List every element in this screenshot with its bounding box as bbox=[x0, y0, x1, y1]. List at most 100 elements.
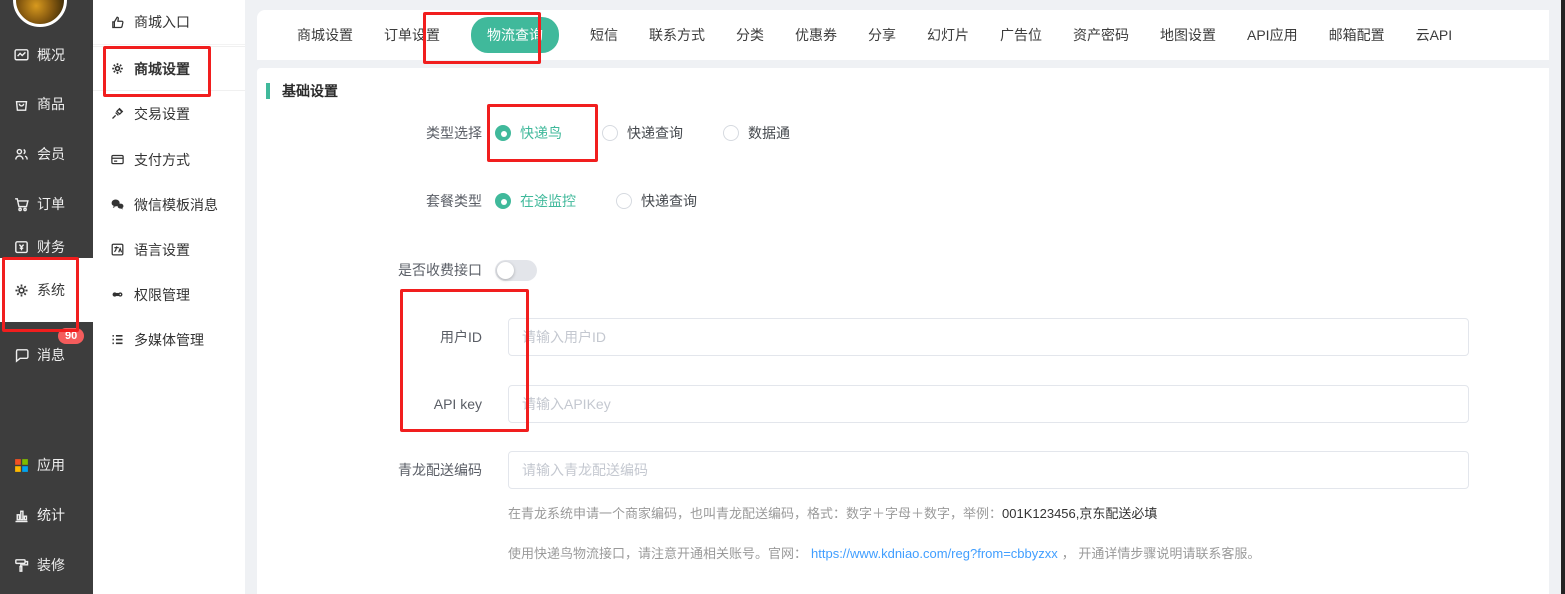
submenu-item-shop-settings[interactable]: 商城设置 bbox=[93, 46, 245, 91]
sidebar-item-orders[interactable]: 订单 bbox=[0, 189, 93, 219]
submenu-item-label: 微信模板消息 bbox=[134, 195, 218, 215]
stats-icon bbox=[13, 507, 30, 524]
sidebar-item-system[interactable]: 系统 bbox=[0, 258, 93, 322]
submenu-item-shop-entry[interactable]: 商城入口 bbox=[93, 0, 245, 45]
submenu-item-label: 交易设置 bbox=[134, 104, 190, 124]
tab-logistics-query[interactable]: 物流查询 bbox=[471, 17, 559, 53]
goods-icon bbox=[13, 96, 30, 113]
fee-toggle-label: 是否收费接口 bbox=[257, 260, 495, 280]
tab-coupon[interactable]: 优惠券 bbox=[795, 25, 837, 45]
sidebar-item-members[interactable]: 会员 bbox=[0, 139, 93, 169]
gear-icon bbox=[110, 61, 125, 76]
system-gear-icon bbox=[13, 282, 30, 299]
radio-in-transit-monitor[interactable]: 在途监控 bbox=[495, 191, 576, 211]
sidebar-item-label: 财务 bbox=[37, 237, 65, 257]
qinglong-code-input[interactable] bbox=[508, 451, 1469, 489]
sidebar-active-band: 系统 bbox=[0, 258, 93, 322]
section-title: 基础设置 bbox=[282, 81, 338, 101]
type-select-row: 类型选择 快递鸟 快递查询 数据通 bbox=[257, 114, 830, 152]
messages-badge: 90 bbox=[58, 328, 84, 344]
api-key-label: API key bbox=[257, 385, 495, 423]
qinglong-help-text: 在青龙系统申请一个商家编码，也叫青龙配送编码，格式：数字＋字母＋数字，举例：00… bbox=[508, 503, 1157, 522]
decorate-icon bbox=[13, 557, 30, 574]
sidebar-item-label: 概况 bbox=[37, 45, 65, 65]
radio-package-express-query[interactable]: 快递查询 bbox=[616, 191, 697, 211]
sidebar-item-label: 会员 bbox=[37, 144, 65, 164]
kdniao-help-text: 使用快递鸟物流接口，请注意开通相关账号。官网：https://www.kdnia… bbox=[508, 543, 1260, 562]
tab-asset-password[interactable]: 资产密码 bbox=[1073, 25, 1129, 45]
wechat-icon bbox=[110, 197, 125, 212]
admin-page: 概况 商品 会员 订单 财务 系统 消息 90 bbox=[0, 0, 1565, 594]
submenu-item-trade-settings[interactable]: 交易设置 bbox=[93, 91, 245, 136]
radio-datatong[interactable]: 数据通 bbox=[723, 123, 790, 143]
tab-ad-slot[interactable]: 广告位 bbox=[1000, 25, 1042, 45]
api-key-row: API key bbox=[257, 385, 1469, 423]
sidebar-item-label: 统计 bbox=[37, 505, 65, 525]
radio-selected-icon bbox=[495, 193, 511, 209]
sidebar-item-label: 系统 bbox=[37, 280, 65, 300]
submenu-item-wechat-template[interactable]: 微信模板消息 bbox=[93, 182, 245, 227]
submenu-item-language[interactable]: 语言设置 bbox=[93, 227, 245, 272]
type-select-label: 类型选择 bbox=[257, 123, 495, 143]
submenu-item-permissions[interactable]: 权限管理 bbox=[93, 272, 245, 317]
apps-icon bbox=[13, 457, 30, 474]
tab-share[interactable]: 分享 bbox=[868, 25, 896, 45]
payment-card-icon bbox=[110, 152, 125, 167]
qinglong-code-row: 青龙配送编码 bbox=[257, 451, 1469, 489]
package-type-row: 套餐类型 在途监控 快递查询 bbox=[257, 182, 737, 220]
tab-order-settings[interactable]: 订单设置 bbox=[384, 25, 440, 45]
sidebar-item-decorate[interactable]: 装修 bbox=[0, 550, 93, 580]
user-id-label: 用户ID bbox=[257, 318, 495, 356]
media-list-icon bbox=[110, 332, 125, 347]
sidebar-item-label: 应用 bbox=[37, 455, 65, 475]
kdniao-register-link[interactable]: https://www.kdniao.com/reg?from=cbbyzxx bbox=[811, 546, 1058, 561]
sidebar-item-apps[interactable]: 应用 bbox=[0, 450, 93, 480]
tab-contact[interactable]: 联系方式 bbox=[649, 25, 705, 45]
submenu-item-label: 多媒体管理 bbox=[134, 330, 204, 350]
submenu-item-label: 商城入口 bbox=[134, 12, 190, 32]
radio-selected-icon bbox=[495, 125, 511, 141]
settings-tab-bar: 商城设置 订单设置 物流查询 短信 联系方式 分类 优惠券 分享 幻灯片 广告位… bbox=[257, 10, 1549, 60]
orders-icon bbox=[13, 196, 30, 213]
sidebar-item-label: 商品 bbox=[37, 94, 65, 114]
settings-panel: 基础设置 类型选择 快递鸟 快递查询 数据通 bbox=[257, 68, 1549, 594]
api-key-input[interactable] bbox=[508, 385, 1469, 423]
submenu-item-media[interactable]: 多媒体管理 bbox=[93, 317, 245, 362]
sidebar-item-goods[interactable]: 商品 bbox=[0, 89, 93, 119]
language-icon bbox=[110, 242, 125, 257]
secondary-sidebar: 商城入口 商城设置 交易设置 支付方式 微信模板消息 语言设置 权限管理 多媒 bbox=[93, 0, 245, 594]
sidebar-item-stats[interactable]: 统计 bbox=[0, 500, 93, 530]
permission-icon bbox=[110, 287, 125, 302]
user-id-row: 用户ID bbox=[257, 318, 1469, 356]
tab-map-settings[interactable]: 地图设置 bbox=[1160, 25, 1216, 45]
radio-unselected-icon bbox=[602, 125, 618, 141]
tab-mail-config[interactable]: 邮箱配置 bbox=[1329, 25, 1385, 45]
sidebar-item-messages[interactable]: 消息 bbox=[0, 340, 93, 370]
tab-slideshow[interactable]: 幻灯片 bbox=[927, 25, 969, 45]
sidebar-item-label: 装修 bbox=[37, 555, 65, 575]
tab-api-app[interactable]: API应用 bbox=[1247, 25, 1298, 45]
radio-unselected-icon bbox=[723, 125, 739, 141]
package-type-label: 套餐类型 bbox=[257, 191, 495, 211]
main-area: 商城设置 订单设置 物流查询 短信 联系方式 分类 优惠券 分享 幻灯片 广告位… bbox=[245, 0, 1561, 594]
primary-sidebar: 概况 商品 会员 订单 财务 系统 消息 90 bbox=[0, 0, 93, 594]
trade-icon bbox=[110, 106, 125, 121]
tab-cloud-api[interactable]: 云API bbox=[1416, 25, 1453, 45]
submenu-item-label: 语言设置 bbox=[134, 240, 190, 260]
tab-sms[interactable]: 短信 bbox=[590, 25, 618, 45]
fee-toggle-switch[interactable] bbox=[495, 260, 537, 281]
messages-icon bbox=[13, 347, 30, 364]
members-icon bbox=[13, 146, 30, 163]
qinglong-code-label: 青龙配送编码 bbox=[257, 451, 495, 489]
submenu-item-payment[interactable]: 支付方式 bbox=[93, 137, 245, 182]
tab-shop-settings[interactable]: 商城设置 bbox=[297, 25, 353, 45]
user-id-input[interactable] bbox=[508, 318, 1469, 356]
window-edge-strip bbox=[1561, 0, 1565, 594]
radio-kuaidiniao[interactable]: 快递鸟 bbox=[495, 123, 562, 143]
section-header: 基础设置 bbox=[266, 81, 338, 101]
sidebar-item-label: 订单 bbox=[37, 194, 65, 214]
tab-category[interactable]: 分类 bbox=[736, 25, 764, 45]
radio-express-query[interactable]: 快递查询 bbox=[602, 123, 683, 143]
submenu-item-label: 支付方式 bbox=[134, 150, 190, 170]
sidebar-item-overview[interactable]: 概况 bbox=[0, 40, 93, 70]
